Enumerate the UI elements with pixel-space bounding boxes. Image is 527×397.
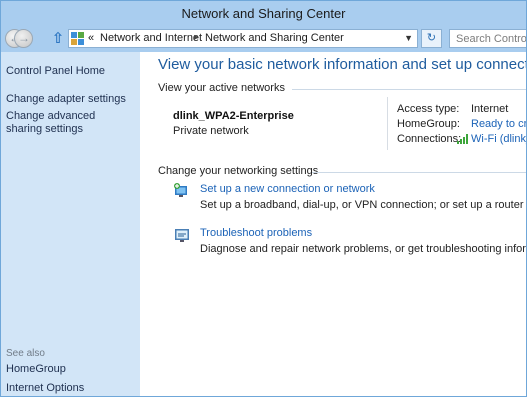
window-title: Network and Sharing Center [181, 6, 346, 21]
breadcrumb-network-sharing-center[interactable]: Network and Sharing Center [205, 32, 344, 44]
refresh-button[interactable]: ↻ [421, 29, 442, 48]
up-arrow-icon[interactable]: ⇧ [50, 30, 66, 48]
section-divider [292, 89, 526, 90]
search-placeholder: Search Control P [456, 33, 527, 45]
network-name: dlink_WPA2-Enterprise [173, 110, 294, 122]
active-networks-title: View your active networks [158, 82, 285, 94]
address-bar[interactable]: « Network and Internet ▸ Network and Sha… [68, 29, 418, 48]
internet-options-link[interactable]: Internet Options [6, 382, 84, 395]
troubleshoot-icon [175, 229, 189, 242]
main-content: View your basic network information and … [140, 52, 527, 396]
left-pane: Control Panel Home Change adapter settin… [1, 52, 140, 396]
control-panel-icon [71, 32, 84, 45]
network-sharing-center-window: Network and Sharing Center ← → ⇧ « Netwo… [0, 0, 527, 397]
search-box[interactable]: Search Control P [449, 29, 527, 48]
new-connection-icon [174, 183, 187, 197]
homegroup-label: HomeGroup: [397, 118, 460, 130]
setup-connection-description: Set up a broadband, dial-up, or VPN conn… [200, 199, 526, 211]
troubleshoot-link[interactable]: Troubleshoot problems [200, 227, 312, 239]
network-type: Private network [173, 125, 249, 137]
access-type-value: Internet [471, 103, 509, 115]
change-adapter-settings-link[interactable]: Change adapter settings [6, 93, 126, 106]
control-panel-home-link[interactable]: Control Panel Home [6, 65, 105, 78]
refresh-icon: ↻ [426, 32, 437, 44]
title-bar: Network and Sharing Center [1, 1, 526, 26]
forward-arrow-icon: → [18, 31, 30, 45]
network-info-divider [387, 97, 388, 150]
breadcrumb-network-and-internet[interactable]: Network and Internet [100, 32, 202, 44]
breadcrumb-overflow[interactable]: « [88, 32, 94, 44]
address-dropdown-icon[interactable]: ▼ [404, 33, 413, 43]
networking-settings-title: Change your networking settings [158, 165, 319, 177]
change-advanced-sharing-link[interactable]: Change advanced sharing settings [6, 110, 130, 136]
access-type-label: Access type: [397, 103, 460, 115]
wifi-connection-link[interactable]: Wi-Fi (dlink_V [471, 133, 526, 145]
setup-connection-link[interactable]: Set up a new connection or network [200, 183, 375, 195]
section-divider [312, 172, 526, 173]
forward-button[interactable]: → [14, 29, 33, 48]
connections-label: Connections: [397, 133, 462, 145]
homegroup-status-link[interactable]: Ready to crea [471, 118, 526, 130]
page-heading: View your basic network information and … [158, 56, 527, 73]
navigation-bar: ← → ⇧ « Network and Internet ▸ Network a… [1, 26, 526, 52]
homegroup-link[interactable]: HomeGroup [6, 363, 66, 376]
wifi-signal-icon [457, 134, 469, 144]
troubleshoot-description: Diagnose and repair network problems, or… [200, 243, 527, 255]
breadcrumb-chevron-icon[interactable]: ▸ [194, 32, 199, 43]
see-also-title: See also [6, 348, 45, 359]
